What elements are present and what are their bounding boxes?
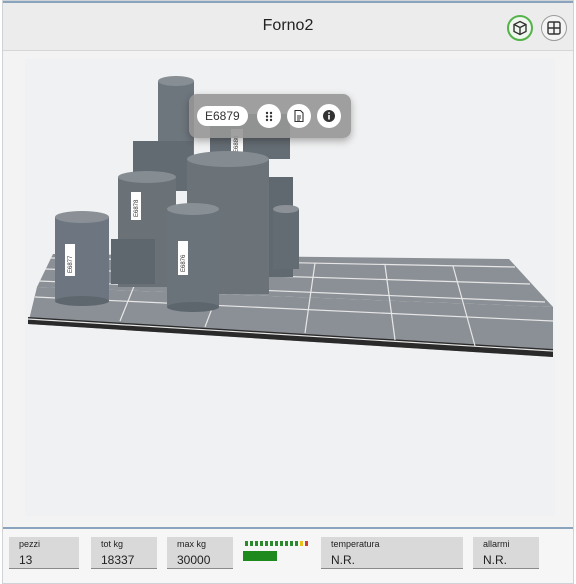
max-kg-label: max kg (177, 539, 207, 549)
panel-header: Forno2 (3, 3, 573, 51)
grid-icon (547, 21, 561, 35)
label-mid-cyl: E6878 (134, 199, 140, 217)
temperatura-field: temperatura N.R. (321, 537, 463, 569)
piece-code-chip[interactable]: E6879 (197, 106, 248, 126)
drag-button[interactable] (257, 104, 281, 128)
document-button[interactable] (287, 104, 311, 128)
document-icon (294, 109, 304, 123)
tot-kg-field: tot kg 18337 (91, 537, 157, 569)
view-3d-button[interactable] (507, 15, 533, 41)
label-front-cyl: E6876 (181, 254, 187, 272)
pezzi-field: pezzi 13 (9, 537, 79, 569)
pezzi-value: 13 (19, 553, 33, 567)
pezzi-label: pezzi (19, 539, 41, 549)
label-left-cyl: E6877 (68, 255, 74, 273)
info-button[interactable] (317, 104, 341, 128)
max-kg-field: max kg 30000 (167, 537, 233, 569)
allarmi-field: allarmi N.R. (473, 537, 539, 569)
cube-icon (513, 20, 527, 36)
furnace-panel: Forno2 E6880 E6878 E6877 E6876 E6879 pez… (2, 0, 574, 584)
view-grid-button[interactable] (541, 15, 567, 41)
max-kg-value: 30000 (177, 553, 211, 567)
piece-popup: E6879 (189, 94, 351, 138)
tot-kg-label: tot kg (101, 539, 124, 549)
piece-left-cyl (55, 217, 109, 301)
status-footer: pezzi 13 tot kg 18337 max kg 30000 tempe… (3, 527, 573, 583)
load-bar (243, 551, 277, 561)
temperatura-value: N.R. (331, 553, 355, 567)
piece-front-cyl (167, 209, 219, 307)
tot-kg-value: 18337 (101, 553, 135, 567)
allarmi-label: allarmi (483, 539, 510, 549)
drag-icon (265, 111, 273, 122)
furnace-title: Forno2 (262, 17, 314, 34)
info-icon (323, 110, 335, 122)
allarmi-value: N.R. (483, 553, 507, 567)
temperatura-label: temperatura (331, 539, 380, 549)
